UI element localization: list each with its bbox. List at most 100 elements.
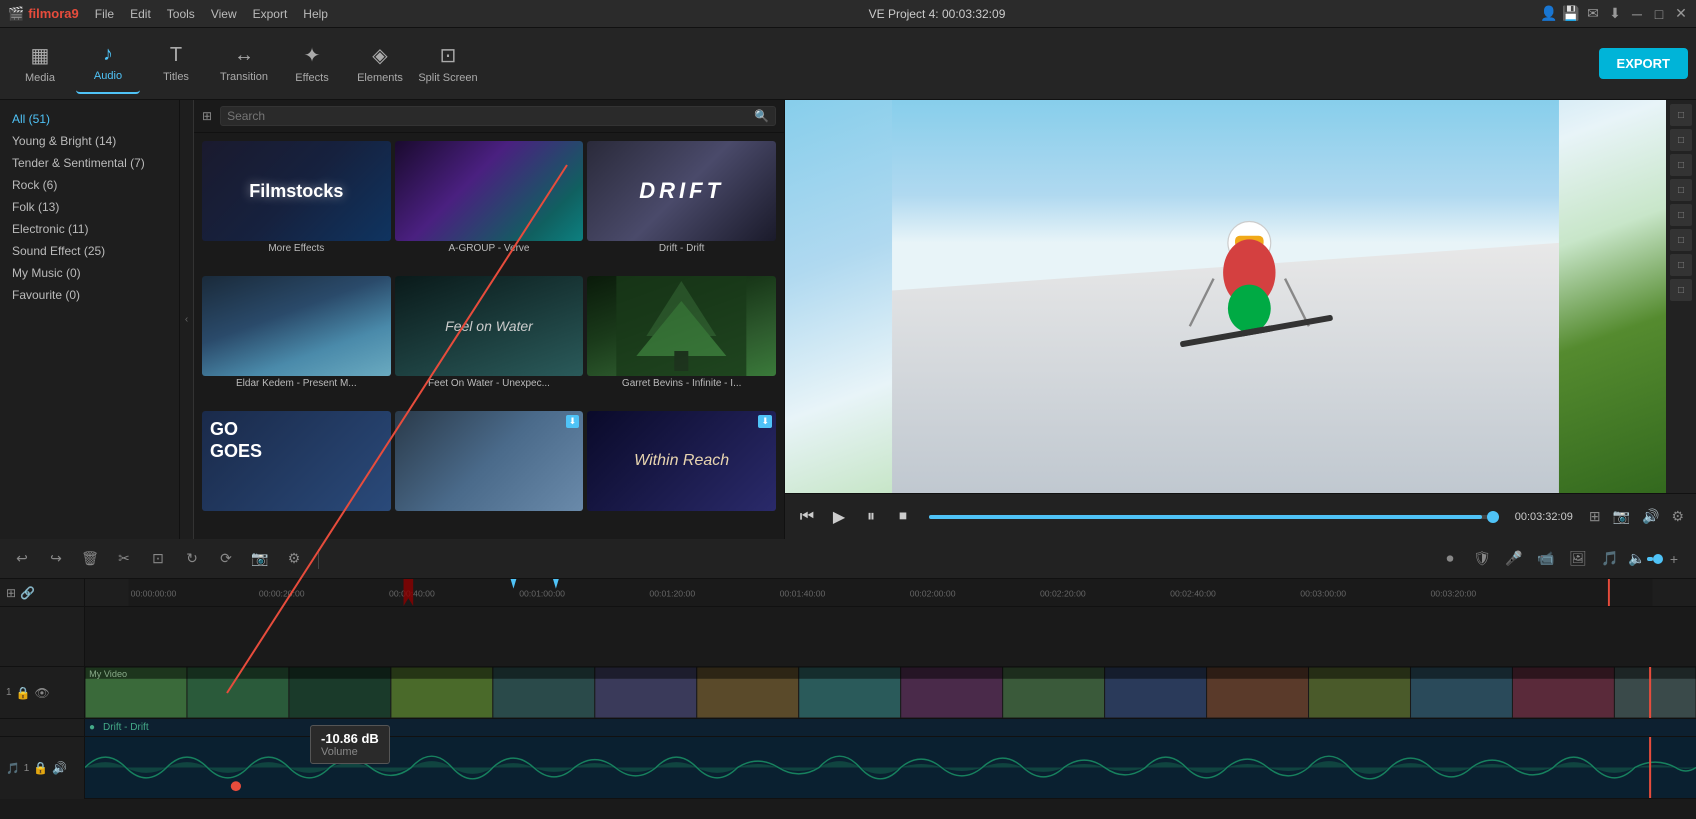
preview-sidebar-btn7[interactable]: □ (1670, 254, 1692, 276)
progress-thumb (1487, 511, 1499, 523)
sidebar-item-tender[interactable]: Tender & Sentimental (7) (0, 152, 179, 174)
audio-vol-icon[interactable]: 🔊 (52, 761, 67, 775)
screenshot-btn[interactable]: 📷 (246, 545, 274, 573)
sidebar-item-young[interactable]: Young & Bright (14) (0, 130, 179, 152)
preview-sidebar-btn6[interactable]: □ (1670, 229, 1692, 251)
sidebar-item-favourite[interactable]: Favourite (0) (0, 284, 179, 306)
svg-text:00:02:40:00: 00:02:40:00 (1170, 588, 1216, 598)
camera-btn[interactable]: 📹 (1532, 545, 1560, 573)
preview-sidebar-btn1[interactable]: □ (1670, 104, 1692, 126)
sidebar-item-electronic[interactable]: Electronic (11) (0, 218, 179, 240)
media-item-go[interactable]: GOGOES (202, 411, 391, 531)
settings-btn[interactable]: ⚙ (1667, 506, 1688, 527)
audio-icon: ♪ (103, 43, 113, 66)
adjust-btn[interactable]: ⚙ (280, 545, 308, 573)
media-item-feet[interactable]: Feel on Water Feet On Water - Unexpec... (395, 276, 584, 407)
progress-bar[interactable] (929, 515, 1499, 519)
mail-icon[interactable]: ✉ (1586, 7, 1600, 21)
thumb-filmstocks: Filmstocks (202, 141, 391, 241)
export-button[interactable]: EXPORT (1599, 48, 1688, 79)
media-item-fourth[interactable]: ⬇ (395, 411, 584, 531)
menu-export[interactable]: Export (249, 5, 292, 23)
toolbar-titles[interactable]: T Titles (144, 34, 208, 94)
video-track-lock-icon[interactable]: 🔒 (16, 686, 31, 700)
toolbar-audio[interactable]: ♪ Audio (76, 34, 140, 94)
menu-edit[interactable]: Edit (126, 5, 155, 23)
video-track-number: 1 (6, 687, 12, 698)
close-btn[interactable]: ✕ (1674, 7, 1688, 21)
media-item-garret[interactable]: Garret Bevins - Infinite - I... (587, 276, 776, 407)
maximize-btn[interactable]: □ (1652, 7, 1666, 21)
frame-btn[interactable]: 🖼 (1564, 545, 1592, 573)
plus-btn[interactable]: + (1660, 545, 1688, 573)
video-frames-svg: My Video (85, 667, 1696, 718)
media-item-drift[interactable]: DRIFT Drift - Drift (587, 141, 776, 272)
redo-btn[interactable]: ↪ (42, 545, 70, 573)
crop-btn[interactable]: ⊡ (144, 545, 172, 573)
delete-btn[interactable]: 🗑 (76, 545, 104, 573)
sidebar-item-rock[interactable]: Rock (6) (0, 174, 179, 196)
sidebar-collapse-btn[interactable]: ‹ (180, 100, 194, 539)
grid-view-icon[interactable]: ⊞ (202, 109, 212, 123)
sidebar-item-folk[interactable]: Folk (13) (0, 196, 179, 218)
logo-icon: 🎬 (8, 6, 24, 22)
menu-view[interactable]: View (207, 5, 241, 23)
snapshot-btn[interactable]: 📷 (1609, 506, 1634, 527)
sidebar-item-mymusic[interactable]: My Music (0) (0, 262, 179, 284)
timeline-ruler: 00:00:00:00 00:00:20:00 00:00:40:00 00:0… (85, 579, 1696, 606)
pause-btn[interactable]: ⏸ (857, 503, 885, 531)
video-track-eye-icon[interactable]: 👁 (35, 686, 50, 700)
audio2-btn[interactable]: 🎵 (1596, 545, 1624, 573)
toolbar-media[interactable]: ▦ Media (8, 34, 72, 94)
svg-text:00:03:00:00: 00:03:00:00 (1300, 588, 1346, 598)
preview-sidebar-btn3[interactable]: □ (1670, 154, 1692, 176)
refresh-btn[interactable]: ⟳ (212, 545, 240, 573)
add-track-icon[interactable]: ⊞ (6, 586, 16, 600)
stop-btn[interactable]: ⏹ (889, 503, 917, 531)
menu-file[interactable]: File (91, 5, 118, 23)
audio-lock-icon[interactable]: 🔒 (33, 761, 48, 775)
media-item-eldar[interactable]: Eldar Kedem - Present M... (202, 276, 391, 407)
volume-btn[interactable]: 🔊 (1638, 506, 1663, 527)
search-input[interactable] (227, 109, 754, 123)
playback-right: ⊞ 📷 🔊 ⚙ (1585, 506, 1688, 527)
thumb-eldar (202, 276, 391, 376)
toolbar-transition[interactable]: ↔ Transition (212, 34, 276, 94)
filmstocks-logo-text: Filmstocks (249, 181, 343, 202)
play-btn[interactable]: ▶ (825, 503, 853, 531)
sidebar-item-soundeffect[interactable]: Sound Effect (25) (0, 240, 179, 262)
menu-help[interactable]: Help (299, 5, 332, 23)
media-item-filmstocks[interactable]: Filmstocks More Effects (202, 141, 391, 272)
media-item-agroup[interactable]: A-GROUP - Verve (395, 141, 584, 272)
record-btn[interactable]: ⏺ (1436, 545, 1464, 573)
preview-sidebar-btn2[interactable]: □ (1670, 129, 1692, 151)
toolbar-effects[interactable]: ✦ Effects (280, 34, 344, 94)
account-icon[interactable]: 👤 (1542, 7, 1556, 21)
video-track-content: My Video (85, 667, 1696, 718)
media-label-go (202, 511, 391, 515)
vol-slider[interactable]: 🔈 (1628, 545, 1656, 573)
toolbar-elements[interactable]: ◈ Elements (348, 34, 412, 94)
fullscreen-btn[interactable]: ⊞ (1585, 506, 1605, 527)
transition-label: Transition (220, 71, 268, 83)
link-icon[interactable]: 🔗 (20, 586, 35, 600)
sidebar-item-all[interactable]: All (51) (0, 108, 179, 130)
cut-btn[interactable]: ✂ (110, 545, 138, 573)
media-item-within[interactable]: Within Reach ⬇ (587, 411, 776, 531)
mic-btn[interactable]: 🎤 (1500, 545, 1528, 573)
prev-frame-btn[interactable]: ⏮ (793, 503, 821, 531)
minimize-btn[interactable]: ─ (1630, 7, 1644, 21)
elements-icon: ◈ (372, 43, 387, 68)
preview-sidebar-btn8[interactable]: □ (1670, 279, 1692, 301)
menu-tools[interactable]: Tools (163, 5, 199, 23)
save-icon[interactable]: 💾 (1564, 7, 1578, 21)
undo-btn[interactable]: ↩ (8, 545, 36, 573)
download-icon[interactable]: ⬇ (1608, 7, 1622, 21)
preview-sidebar-btn5[interactable]: □ (1670, 204, 1692, 226)
preview-sidebar-btn4[interactable]: □ (1670, 179, 1692, 201)
shield-btn[interactable]: 🛡 (1468, 545, 1496, 573)
rotate-btn[interactable]: ↻ (178, 545, 206, 573)
empty-track-ctrl (0, 607, 85, 666)
search-icon[interactable]: 🔍 (754, 109, 769, 123)
toolbar-splitscreen[interactable]: ⊡ Split Screen (416, 34, 480, 94)
